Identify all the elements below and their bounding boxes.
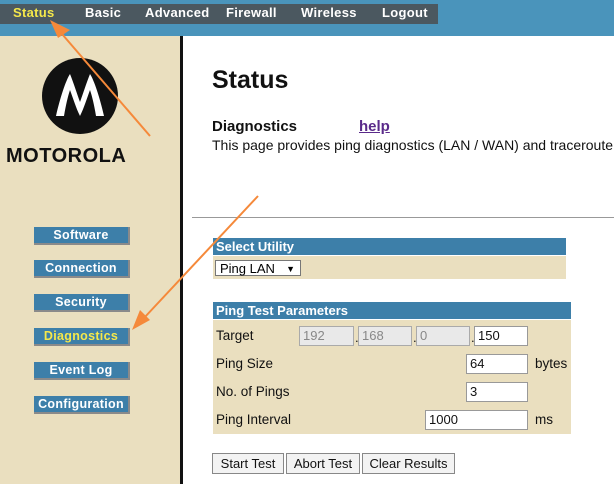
help-link[interactable]: help bbox=[359, 118, 390, 135]
sidebar-item-event-log[interactable]: Event Log bbox=[34, 362, 130, 380]
sidebar-item-configuration[interactable]: Configuration bbox=[34, 396, 130, 414]
utility-select[interactable]: Ping LAN ▼ bbox=[215, 260, 301, 276]
start-test-button[interactable]: Start Test bbox=[212, 453, 284, 474]
abort-test-button[interactable]: Abort Test bbox=[286, 453, 360, 474]
ping-count-input[interactable]: 3 bbox=[466, 382, 528, 402]
sidebar-item-connection[interactable]: Connection bbox=[34, 260, 130, 278]
target-octet-1: 192 bbox=[299, 326, 354, 346]
clear-results-button[interactable]: Clear Results bbox=[362, 453, 455, 474]
target-octet-2: 168 bbox=[358, 326, 412, 346]
ping-size-label: Ping Size bbox=[216, 356, 274, 371]
ping-count-label: No. of Pings bbox=[216, 384, 290, 399]
motorola-logo-icon bbox=[42, 58, 118, 134]
target-octet-4[interactable]: 150 bbox=[474, 326, 528, 346]
ping-params-header: Ping Test Parameters bbox=[213, 302, 571, 319]
ping-interval-label: Ping Interval bbox=[216, 412, 292, 427]
nav-status[interactable]: Status bbox=[13, 5, 55, 20]
top-navigation: Status Basic Advanced Firewall Wireless … bbox=[0, 0, 614, 36]
sidebar-item-software[interactable]: Software bbox=[34, 227, 130, 245]
ping-interval-input[interactable]: 1000 bbox=[425, 410, 528, 430]
sidebar-item-security[interactable]: Security bbox=[34, 294, 130, 312]
divider bbox=[192, 217, 614, 218]
nav-logout[interactable]: Logout bbox=[382, 5, 428, 20]
nav-wireless[interactable]: Wireless bbox=[301, 5, 357, 20]
select-utility-header: Select Utility bbox=[213, 238, 566, 255]
target-octet-3: 0 bbox=[416, 326, 470, 346]
ping-size-input[interactable]: 64 bbox=[466, 354, 528, 374]
page-description: This page provides ping diagnostics (LAN… bbox=[212, 137, 614, 153]
brand-name: MOTOROLA bbox=[6, 145, 127, 167]
target-label: Target bbox=[216, 328, 254, 343]
chevron-down-icon: ▼ bbox=[286, 264, 295, 274]
top-nav-bar bbox=[0, 4, 438, 24]
nav-basic[interactable]: Basic bbox=[85, 5, 121, 20]
ping-interval-unit: ms bbox=[535, 412, 553, 427]
sidebar-item-diagnostics[interactable]: Diagnostics bbox=[34, 328, 130, 346]
utility-select-value: Ping LAN bbox=[220, 261, 275, 276]
nav-firewall[interactable]: Firewall bbox=[226, 5, 277, 20]
sidebar-divider bbox=[180, 36, 183, 484]
nav-advanced[interactable]: Advanced bbox=[145, 5, 210, 20]
section-title: Diagnostics bbox=[212, 118, 298, 135]
page-title: Status bbox=[212, 66, 289, 94]
ping-size-unit: bytes bbox=[535, 356, 568, 371]
